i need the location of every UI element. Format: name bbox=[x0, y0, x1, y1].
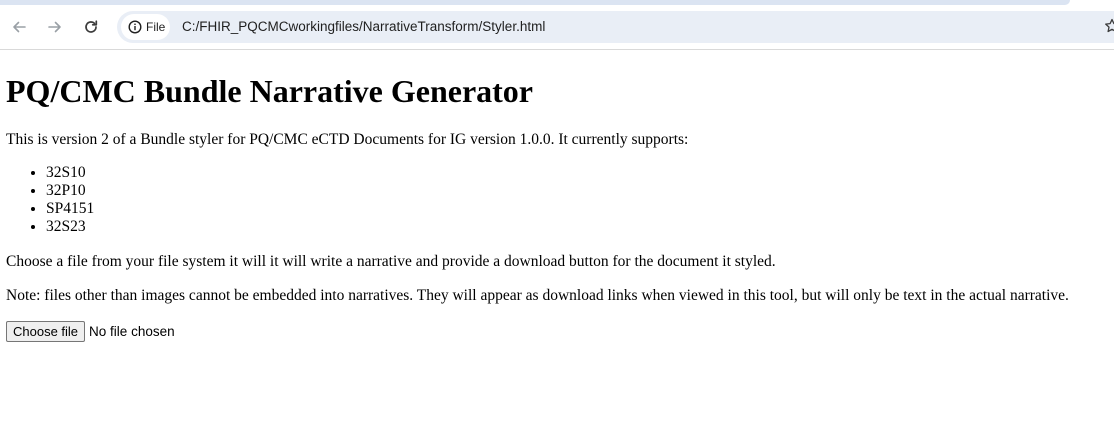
page-title: PQ/CMC Bundle Narrative Generator bbox=[6, 73, 533, 109]
site-info-chip[interactable]: File bbox=[121, 14, 170, 40]
arrow-left-icon bbox=[13, 21, 26, 33]
star-icon bbox=[1105, 18, 1114, 33]
address-bar[interactable]: File C:/FHIR_PQCMCworkingfiles/Narrative… bbox=[117, 11, 1114, 43]
intro-text: This is version 2 of a Bundle styler for… bbox=[6, 131, 689, 148]
note-text: Note: files other than images cannot be … bbox=[6, 287, 1069, 304]
url-text[interactable]: C:/FHIR_PQCMCworkingfiles/NarrativeTrans… bbox=[182, 19, 545, 34]
site-info-label: File bbox=[146, 20, 166, 34]
list-item: 32P10 bbox=[46, 182, 94, 200]
info-icon bbox=[128, 20, 142, 34]
supported-list: 32S10 32P10 SP4151 32S23 bbox=[6, 164, 94, 236]
bookmark-button[interactable] bbox=[1104, 18, 1114, 39]
choose-file-button[interactable]: Choose file bbox=[6, 321, 86, 342]
instructions-text: Choose a file from your file system it w… bbox=[6, 253, 776, 270]
file-status: No file chosen bbox=[89, 324, 175, 339]
reload-button[interactable] bbox=[78, 14, 104, 40]
list-item: 32S23 bbox=[46, 218, 94, 236]
file-input[interactable]: Choose file No file chosen bbox=[6, 321, 175, 342]
arrow-right-icon bbox=[48, 21, 61, 33]
back-button[interactable] bbox=[6, 14, 32, 40]
list-item: 32S10 bbox=[46, 164, 94, 182]
browser-toolbar: File C:/FHIR_PQCMCworkingfiles/Narrative… bbox=[0, 5, 1114, 50]
forward-button[interactable] bbox=[42, 14, 68, 40]
list-item: SP4151 bbox=[46, 200, 94, 218]
reload-icon bbox=[85, 20, 98, 33]
